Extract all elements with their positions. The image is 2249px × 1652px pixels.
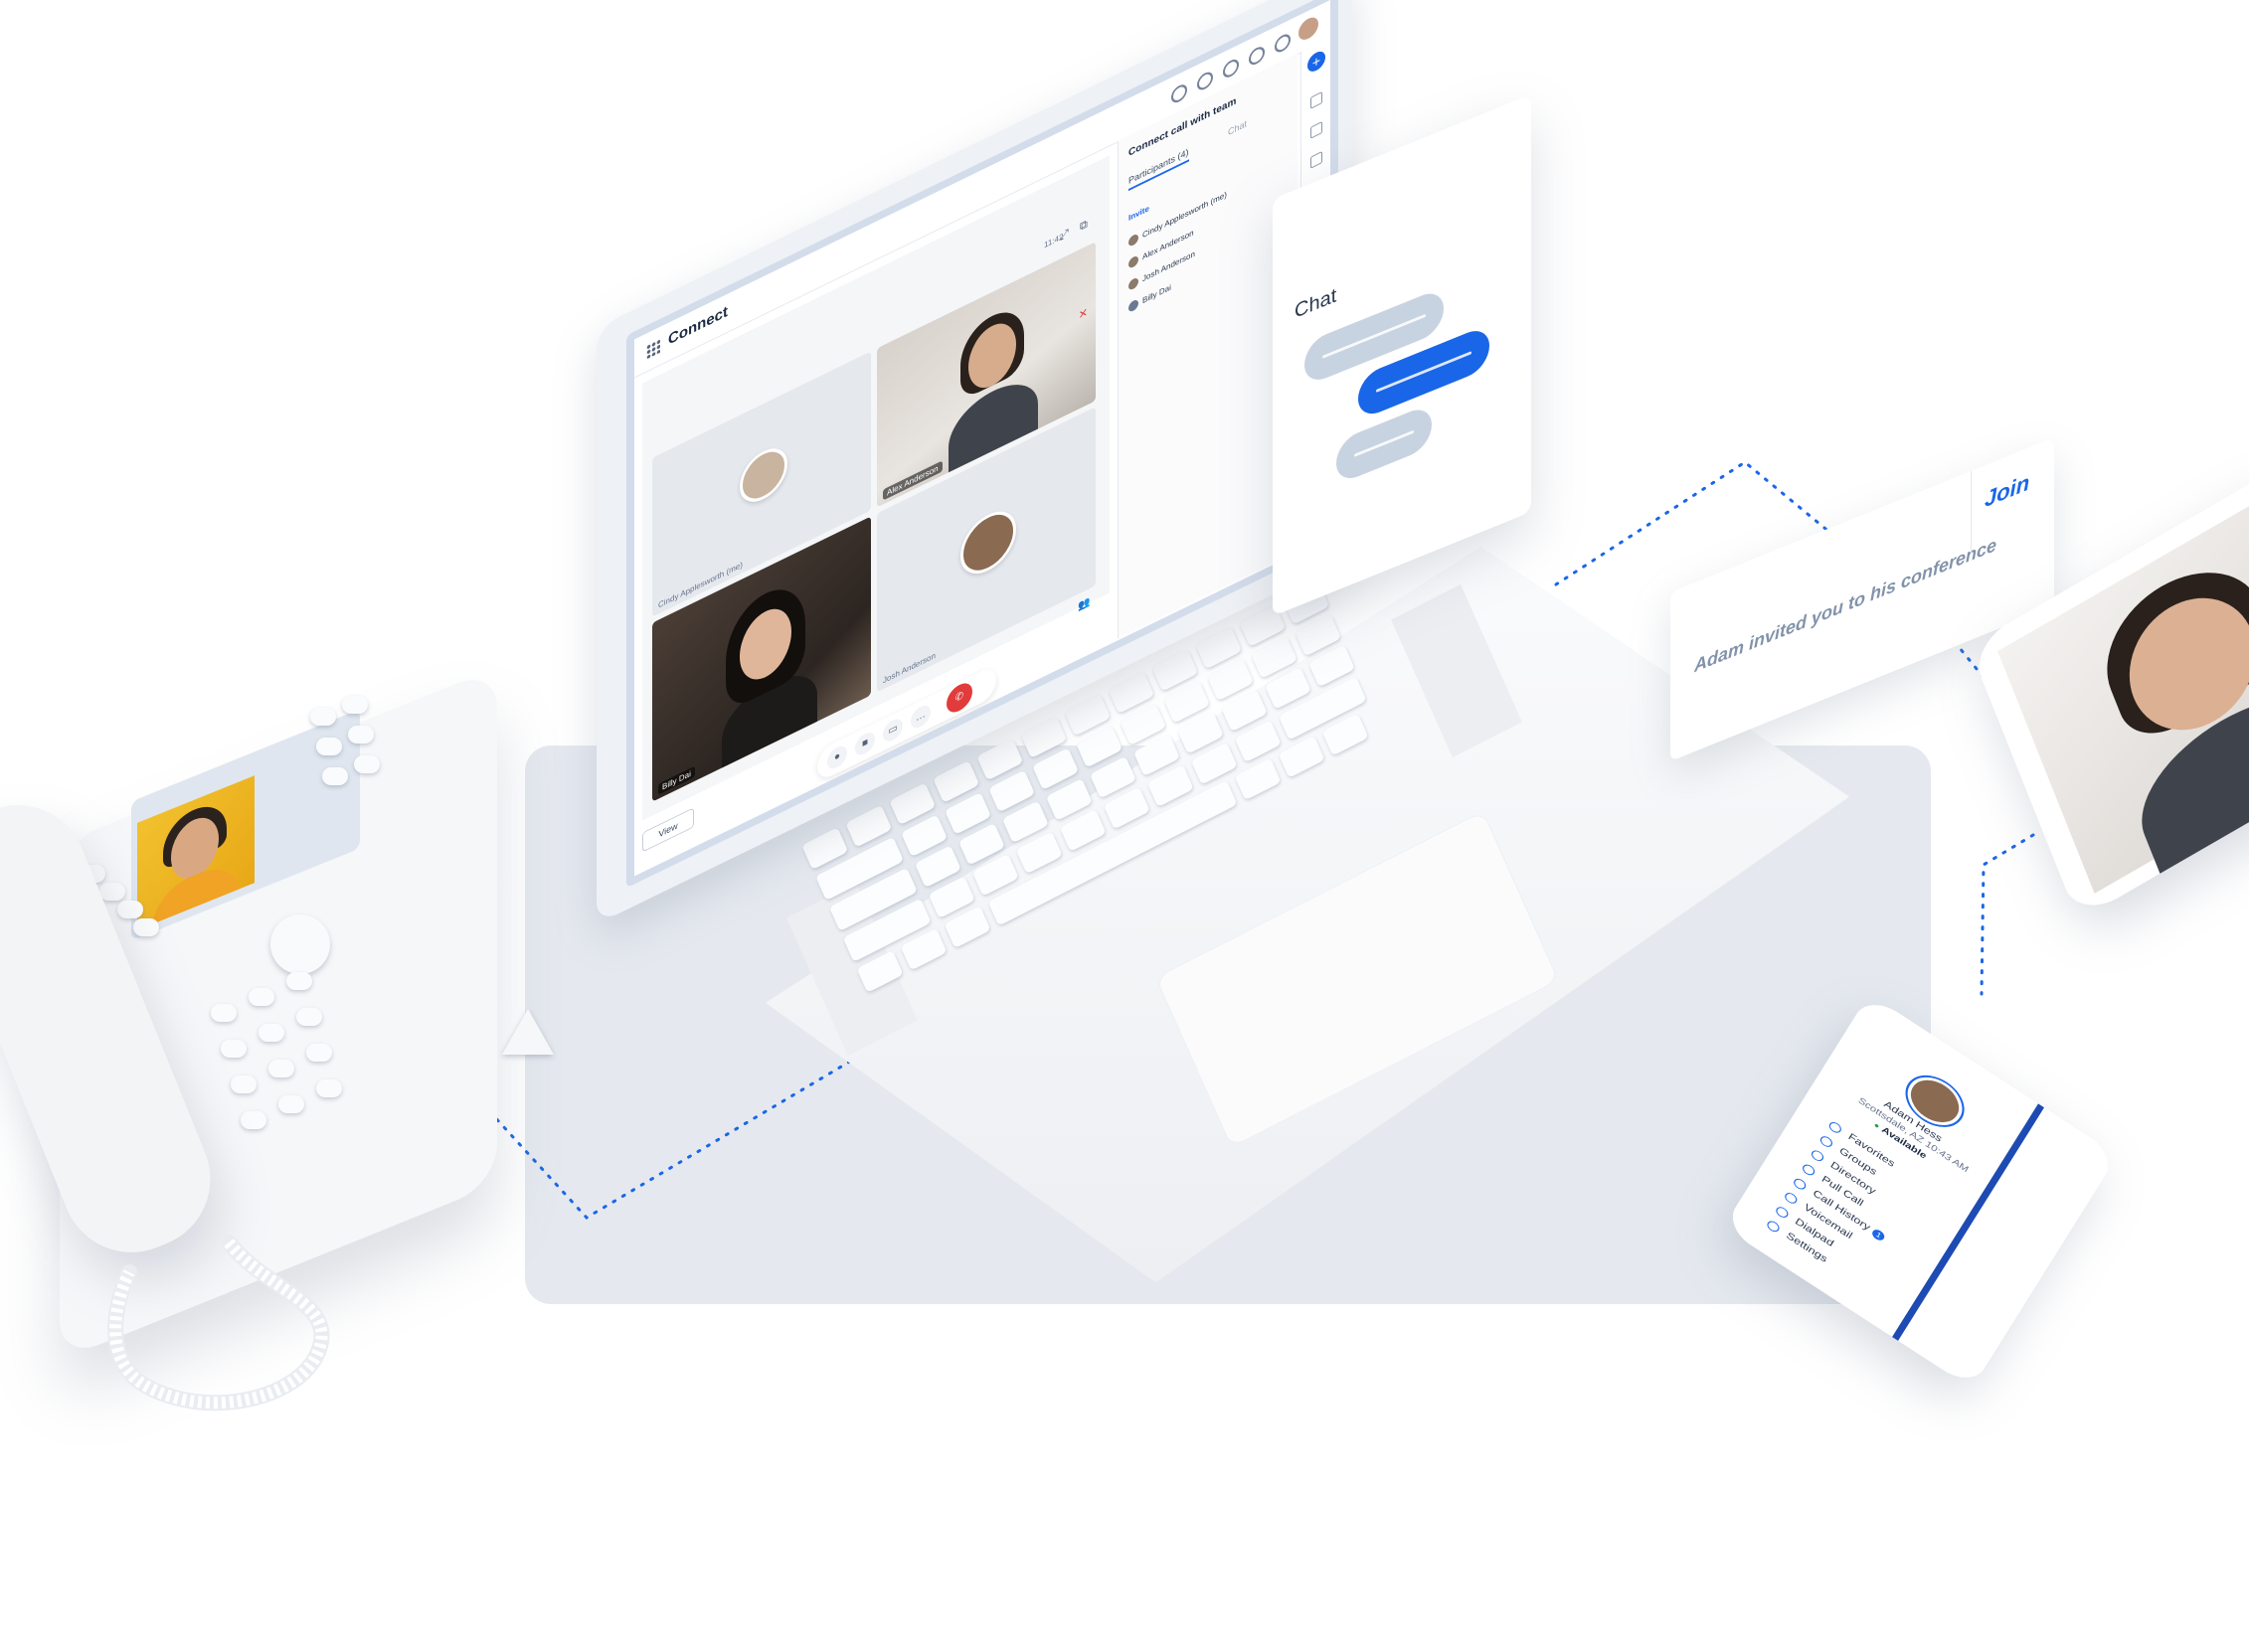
fullscreen-icon[interactable]: ⤢ bbox=[1060, 227, 1069, 244]
desk-phone-dial-key[interactable] bbox=[259, 1024, 284, 1042]
groups-icon bbox=[1818, 1133, 1835, 1149]
mic-icon[interactable]: ● bbox=[827, 743, 847, 772]
participant-name: Billy Dai bbox=[1142, 282, 1171, 306]
chat-bubble-incoming bbox=[1336, 403, 1432, 486]
add-icon[interactable]: + bbox=[1307, 48, 1325, 76]
desk-phone bbox=[0, 0, 597, 1491]
dialpad-icon bbox=[1774, 1204, 1791, 1220]
desk-phone-key[interactable] bbox=[322, 767, 348, 785]
desk-phone-dial-key[interactable] bbox=[211, 1004, 237, 1022]
participant-avatar bbox=[1128, 254, 1138, 270]
participant-avatar bbox=[1128, 233, 1138, 248]
desk-phone-dial-key[interactable] bbox=[231, 1075, 257, 1093]
gear-icon bbox=[1765, 1219, 1782, 1235]
desk-phone-dial-key[interactable] bbox=[296, 1008, 322, 1026]
tab-chat[interactable]: Chat bbox=[1228, 118, 1247, 137]
tile-name: Billy Dai bbox=[658, 765, 695, 795]
camera-off-icon[interactable]: ■ bbox=[855, 729, 875, 759]
desk-phone-key[interactable] bbox=[348, 726, 374, 743]
participant-avatar bbox=[960, 501, 1016, 584]
desk-phone-dial-key[interactable] bbox=[286, 972, 312, 990]
participant-avatar bbox=[1128, 298, 1138, 314]
search-icon[interactable] bbox=[1171, 82, 1187, 106]
desk-phone-key[interactable] bbox=[310, 708, 336, 726]
more-icon[interactable]: … bbox=[911, 702, 931, 732]
pull-call-icon bbox=[1801, 1162, 1817, 1178]
desk-phone-dial-key[interactable] bbox=[241, 1111, 266, 1129]
help-icon[interactable] bbox=[1249, 44, 1265, 69]
desk-phone-coil-cord bbox=[107, 1235, 330, 1411]
calendar-icon[interactable] bbox=[1310, 120, 1322, 139]
history-icon bbox=[1792, 1176, 1809, 1192]
desk-phone-dial-key[interactable] bbox=[221, 1040, 247, 1058]
gear-icon[interactable] bbox=[1275, 31, 1291, 56]
desk-phone-dial-key[interactable] bbox=[268, 1060, 294, 1077]
desk-phone-key[interactable] bbox=[99, 883, 125, 901]
desk-phone-dial-key[interactable] bbox=[316, 1079, 342, 1097]
invite-link[interactable]: Invite bbox=[1128, 204, 1149, 223]
tile-name: Josh Anderson bbox=[883, 650, 936, 686]
chat-title: Chat bbox=[1295, 284, 1337, 324]
share-screen-icon[interactable]: ▭ bbox=[883, 715, 903, 745]
participants-icon[interactable]: 👥 bbox=[1078, 596, 1090, 613]
call-side-panel: Connect call with team Participants (4) … bbox=[1118, 54, 1298, 639]
list-icon[interactable] bbox=[1310, 150, 1322, 169]
user-avatar[interactable] bbox=[1298, 13, 1318, 44]
desk-phone-dial-key[interactable] bbox=[278, 1095, 304, 1113]
phone-icon[interactable] bbox=[1197, 69, 1213, 93]
desk-phone-nav-pad[interactable] bbox=[270, 914, 330, 974]
connector-mobile-menu bbox=[1980, 833, 2035, 996]
join-button[interactable]: Join bbox=[1985, 469, 2029, 513]
desk-phone-key[interactable] bbox=[133, 918, 159, 936]
directory-icon bbox=[1810, 1147, 1826, 1163]
count-badge: 1 bbox=[1870, 1228, 1887, 1243]
participant-avatar bbox=[1128, 276, 1138, 292]
bell-icon[interactable] bbox=[1223, 56, 1239, 81]
app-grid-icon[interactable] bbox=[646, 338, 660, 360]
desk-phone-key[interactable] bbox=[354, 755, 380, 773]
invite-divider bbox=[1971, 470, 1972, 553]
people-icon[interactable] bbox=[1310, 90, 1322, 109]
desk-phone-key[interactable] bbox=[342, 696, 368, 714]
desk-phone-triangle-key[interactable] bbox=[502, 1009, 554, 1055]
star-icon bbox=[1827, 1119, 1843, 1135]
desk-phone-key[interactable] bbox=[117, 901, 143, 918]
desk-phone-dial-key[interactable] bbox=[306, 1044, 332, 1062]
voicemail-icon bbox=[1783, 1190, 1800, 1206]
mic-muted-icon: ✕ bbox=[1078, 306, 1088, 323]
app-title: Connect bbox=[668, 302, 728, 349]
desk-phone-key[interactable] bbox=[316, 738, 342, 755]
end-call-button[interactable]: ✆ bbox=[947, 678, 972, 718]
desk-phone-dial-key[interactable] bbox=[249, 988, 274, 1006]
popout-icon[interactable]: ⧉ bbox=[1080, 218, 1088, 235]
participant-avatar bbox=[740, 439, 787, 511]
